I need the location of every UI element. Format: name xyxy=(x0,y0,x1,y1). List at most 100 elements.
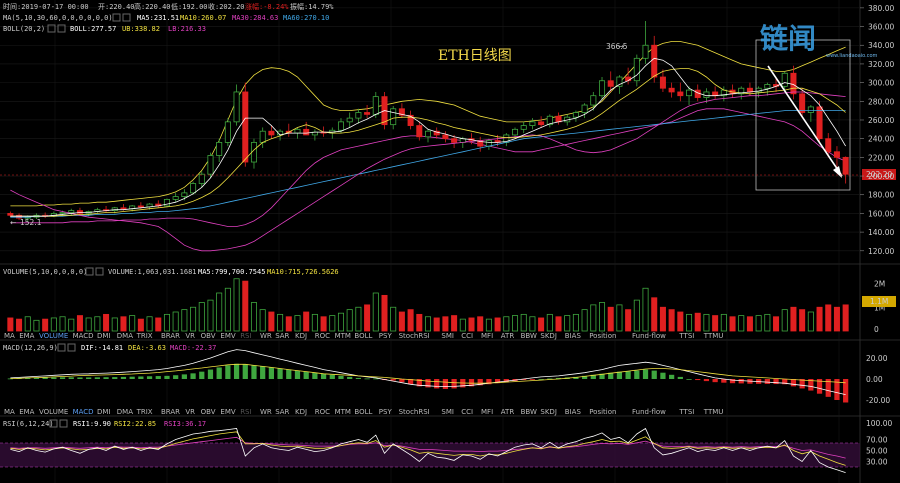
indicator-tab[interactable]: VR xyxy=(185,332,195,340)
macd-settings-icon[interactable] xyxy=(57,343,66,352)
volume-bar xyxy=(50,317,57,332)
macd-close-icon[interactable] xyxy=(67,343,76,352)
rsi-close-icon[interactable] xyxy=(59,419,68,428)
indicator-tab[interactable]: BIAS xyxy=(565,408,582,416)
indicator-tab[interactable]: TTMU xyxy=(703,332,724,340)
volume-bar xyxy=(224,287,231,332)
indicator-tab[interactable]: MFI xyxy=(481,332,493,340)
indicator-tab[interactable]: BBW xyxy=(521,332,537,340)
indicator-tab[interactable]: DMI xyxy=(97,408,111,416)
macd-histogram-bar xyxy=(242,364,248,379)
indicator-tab[interactable]: BRAR xyxy=(161,332,180,340)
indicator-tab[interactable]: OBV xyxy=(201,332,216,340)
candle xyxy=(555,112,562,125)
indicator-tab[interactable]: SMI xyxy=(441,332,454,340)
candle-body xyxy=(233,91,240,123)
indicator-tab[interactable]: MA xyxy=(4,408,15,416)
volume-bar xyxy=(659,306,666,332)
indicator-tab[interactable]: StochRSI xyxy=(399,408,430,416)
candle xyxy=(216,138,223,163)
rsi-info: RSI(6,12,24) RSI1:9.90 RSI2:22.85 RSI3:3… xyxy=(3,419,206,428)
macd-y-axis: -20.00 0.00 20.00 xyxy=(866,354,890,405)
volume-bar xyxy=(390,306,397,332)
indicator-tab[interactable]: KDJ xyxy=(295,408,307,416)
volume-y-tick-label: 2M xyxy=(874,280,885,289)
indicator-tab[interactable]: EMV xyxy=(220,408,235,416)
indicator-tab[interactable]: SAR xyxy=(275,408,289,416)
indicator-tab[interactable]: Position xyxy=(589,408,616,416)
indicator-tab[interactable]: VOLUME xyxy=(39,332,68,340)
indicator-tab[interactable]: WR xyxy=(260,408,272,416)
volume-bar xyxy=(190,306,197,332)
candle-body xyxy=(686,89,693,97)
indicator-tab[interactable]: SAR xyxy=(275,332,289,340)
volume-bar xyxy=(311,313,318,332)
indicator-tab[interactable]: BOLL xyxy=(354,408,372,416)
indicator-tab[interactable]: TRIX xyxy=(136,408,153,416)
macd-histogram-bar xyxy=(68,377,74,379)
boll-close-icon[interactable] xyxy=(57,24,66,33)
indicator-tab[interactable]: KDJ xyxy=(295,332,307,340)
indicator-tab[interactable]: MACD xyxy=(73,408,94,416)
macd-histogram-bar xyxy=(390,379,396,381)
indicator-tab[interactable]: SMI xyxy=(441,408,454,416)
indicator-tab[interactable]: MTM xyxy=(335,332,351,340)
indicator-tab[interactable]: PSY xyxy=(379,332,393,340)
indicator-tab[interactable]: ROC xyxy=(315,408,330,416)
indicator-tab[interactable]: DMA xyxy=(117,332,133,340)
indicator-tab[interactable]: TRIX xyxy=(136,332,153,340)
indicator-tab[interactable]: EMV xyxy=(220,332,235,340)
macd-histogram-bar xyxy=(260,366,266,379)
indicator-tab[interactable]: DMI xyxy=(97,332,111,340)
indicator-tab[interactable]: TTSI xyxy=(678,332,694,340)
indicator-tab[interactable]: EMA xyxy=(19,332,34,340)
indicator-tab[interactable]: ATR xyxy=(501,332,515,340)
ma-settings-icon[interactable] xyxy=(112,13,121,22)
indicator-tab[interactable]: VOLUME xyxy=(39,408,68,416)
ma-close-icon[interactable] xyxy=(122,13,131,22)
candle-body xyxy=(651,44,658,78)
boll-settings-icon[interactable] xyxy=(47,24,56,33)
indicator-tab[interactable]: CCI xyxy=(461,332,473,340)
indicator-tab[interactable]: EMA xyxy=(19,408,34,416)
volume-bar xyxy=(686,313,693,332)
boll-lower-line xyxy=(10,108,846,227)
indicator-tab[interactable]: SKDJ xyxy=(540,332,557,340)
indicator-tab[interactable]: Fund-flow xyxy=(632,332,666,340)
indicator-tab[interactable]: MACD xyxy=(73,332,94,340)
indicator-tab[interactable]: MFI xyxy=(481,408,493,416)
indicator-tab[interactable]: Position xyxy=(589,332,616,340)
macd-histogram-bar xyxy=(790,379,797,387)
indicator-tab[interactable]: RSI xyxy=(240,408,251,416)
indicator-tab[interactable]: MTM xyxy=(335,408,351,416)
macd-histogram-bar xyxy=(364,378,370,380)
indicator-tab[interactable]: MA xyxy=(4,332,15,340)
indicator-tab[interactable]: VR xyxy=(185,408,195,416)
header-time: 时间:2019-07-17 00:00 xyxy=(3,2,89,11)
volume-bar xyxy=(85,317,92,332)
volume-bar xyxy=(468,317,475,332)
indicator-tab[interactable]: StochRSI xyxy=(399,332,430,340)
indicator-tab[interactable]: CCI xyxy=(461,408,473,416)
indicator-tab[interactable]: RSI xyxy=(240,332,251,340)
indicator-tab[interactable]: BIAS xyxy=(565,332,582,340)
indicator-tab[interactable]: Fund-flow xyxy=(632,408,666,416)
indicator-tab[interactable]: BOLL xyxy=(354,332,372,340)
indicator-tab[interactable]: PSY xyxy=(379,408,393,416)
indicator-tab[interactable]: ATR xyxy=(501,408,515,416)
indicator-tab[interactable]: TTMU xyxy=(703,408,724,416)
indicator-tab[interactable]: BRAR xyxy=(161,408,180,416)
candle-body xyxy=(224,121,231,143)
indicator-tab[interactable]: DMA xyxy=(117,408,133,416)
indicator-tab[interactable]: OBV xyxy=(201,408,216,416)
indicator-tab[interactable]: TTSI xyxy=(678,408,694,416)
indicator-tab[interactable]: WR xyxy=(260,332,272,340)
macd-y-tick-label: 0.00 xyxy=(866,375,883,384)
volume-bar xyxy=(833,306,840,332)
main-y-tick-label: 320.00 xyxy=(868,60,894,69)
volume-close-icon[interactable] xyxy=(95,267,104,276)
indicator-tab[interactable]: BBW xyxy=(521,408,537,416)
indicator-tab[interactable]: SKDJ xyxy=(540,408,557,416)
volume-bar xyxy=(303,311,310,332)
indicator-tab[interactable]: ROC xyxy=(315,332,330,340)
